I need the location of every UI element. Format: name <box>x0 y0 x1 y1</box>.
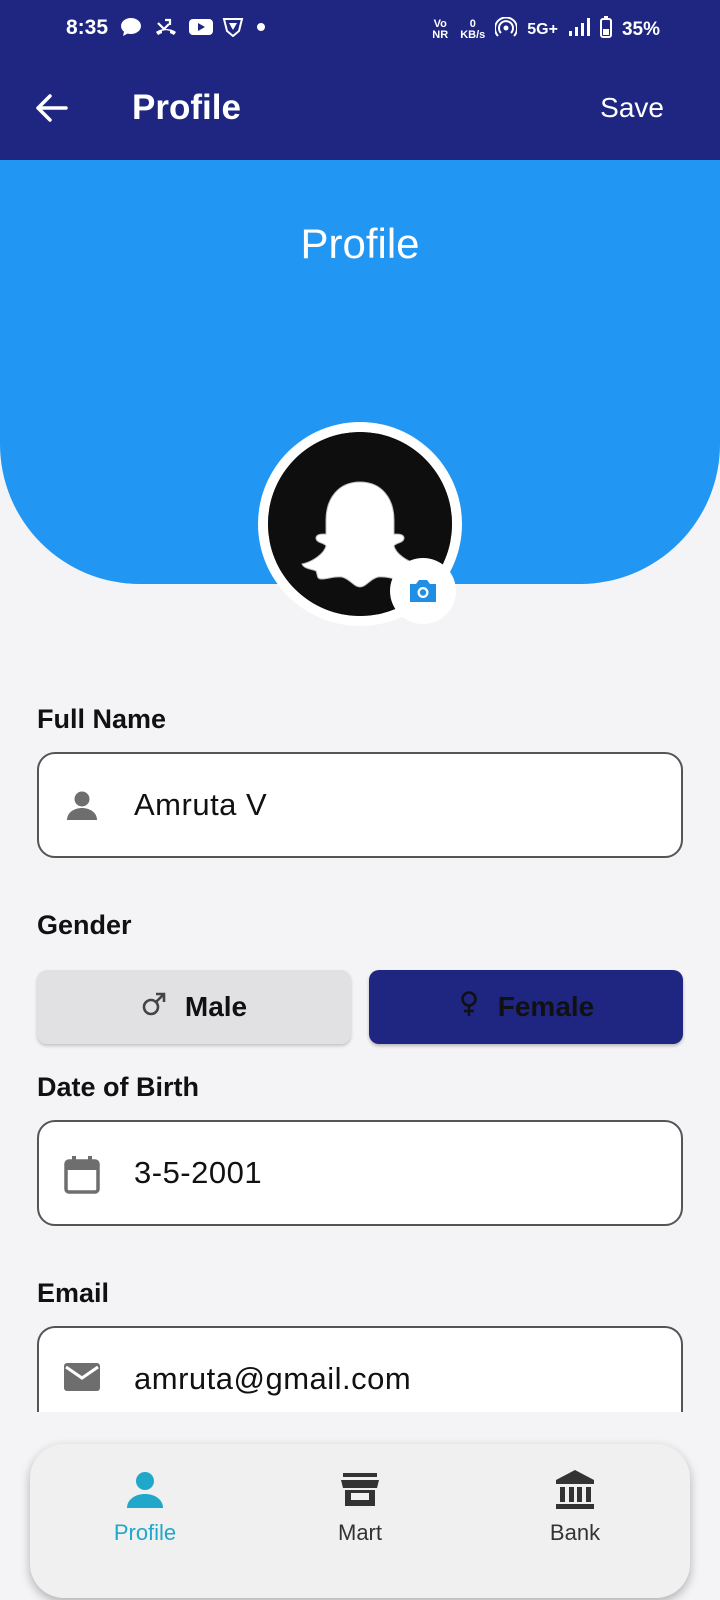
full-name-value: Amruta V <box>134 787 268 822</box>
male-symbol-icon <box>141 991 167 1024</box>
bank-icon <box>553 1468 597 1512</box>
nav-label-bank: Bank <box>549 1520 601 1545</box>
nav-label-mart: Mart <box>338 1520 382 1545</box>
email-field[interactable]: amruta@gmail.com <box>37 1326 683 1412</box>
person-icon <box>63 787 101 825</box>
person-icon <box>123 1468 167 1512</box>
full-name-field[interactable]: Amruta V <box>37 752 683 858</box>
network-speed: 0 KB/s <box>460 19 485 41</box>
save-button[interactable]: Save <box>600 92 664 124</box>
email-label: Email <box>37 1278 110 1308</box>
battery-percent: 35% <box>621 19 660 40</box>
gender-male-label: Male <box>184 991 248 1022</box>
network-speed-unit: KB/s <box>460 29 486 41</box>
nav-item-profile[interactable]: Profile <box>65 1468 225 1546</box>
missed-call-icon <box>154 17 178 37</box>
change-photo-button[interactable] <box>390 558 456 624</box>
app-bar: Profile Save <box>0 60 720 160</box>
bottom-navigation: Profile Mart Bank <box>30 1444 690 1598</box>
gender-label: Gender <box>37 910 132 940</box>
nav-label-profile: Profile <box>113 1520 177 1545</box>
shield-icon <box>222 17 246 38</box>
header-heading: Profile <box>300 220 420 267</box>
page-title: Profile <box>132 88 241 127</box>
nav-item-mart[interactable]: Mart <box>280 1468 440 1546</box>
status-bar: 8:35 Vo NR 0 KB/s 5G+ 35% <box>0 0 720 60</box>
dob-label: Date of Birth <box>37 1072 199 1102</box>
battery-icon <box>599 16 612 44</box>
dob-field[interactable]: 3-5-2001 <box>37 1120 683 1226</box>
dob-value: 3-5-2001 <box>134 1155 263 1190</box>
female-symbol-icon <box>458 990 480 1025</box>
volte-indicator: Vo NR <box>432 18 449 41</box>
status-time: 8:35 <box>66 16 109 39</box>
back-arrow-icon[interactable] <box>34 90 70 126</box>
notification-icons <box>120 17 280 38</box>
mail-icon <box>63 1361 101 1399</box>
calendar-icon <box>63 1155 101 1194</box>
signal-type: 5G+ <box>527 21 558 38</box>
chat-icon <box>120 17 144 37</box>
gender-male-button[interactable]: Male <box>37 970 351 1044</box>
full-name-label: Full Name <box>37 704 167 734</box>
store-icon <box>338 1468 382 1512</box>
dot-icon <box>256 17 280 37</box>
status-indicators: Vo NR 0 KB/s 5G+ 35% <box>430 16 660 44</box>
email-value: amruta@gmail.com <box>134 1361 412 1396</box>
youtube-icon <box>188 17 213 37</box>
nav-item-bank[interactable]: Bank <box>495 1468 655 1546</box>
hotspot-icon <box>494 16 519 43</box>
gender-female-label: Female <box>497 991 595 1022</box>
gender-female-button[interactable]: Female <box>369 970 683 1044</box>
camera-icon <box>410 580 436 602</box>
signal-icon <box>568 17 590 43</box>
